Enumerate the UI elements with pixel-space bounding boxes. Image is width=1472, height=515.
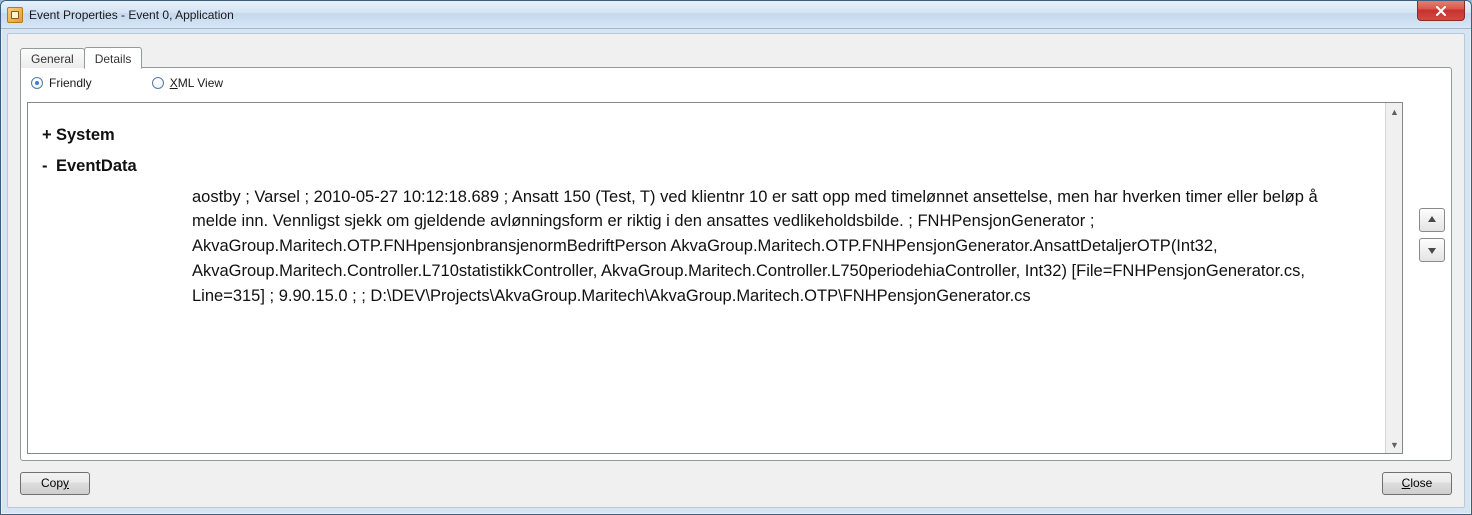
event-content-area: +System -EventData aostby ; Varsel ; 201… <box>27 102 1403 454</box>
tree-node-system[interactable]: +System <box>42 123 1392 148</box>
next-record-button[interactable] <box>1419 238 1445 262</box>
radio-dot-icon <box>31 77 43 89</box>
record-nav-buttons <box>1419 208 1445 262</box>
tab-panel-details: Friendly XML View +System -EventData aos… <box>20 67 1452 461</box>
window-buttons <box>1417 1 1471 21</box>
radio-friendly[interactable]: Friendly <box>31 76 92 90</box>
radio-friendly-label: Friendly <box>49 76 92 90</box>
scroll-down-icon[interactable]: ▼ <box>1386 436 1403 453</box>
radio-dot-icon <box>152 77 164 89</box>
system-label: System <box>56 126 115 144</box>
eventdata-body: aostby ; Varsel ; 2010-05-27 10:12:18.68… <box>192 185 1342 309</box>
view-mode-radios: Friendly XML View <box>31 76 223 90</box>
arrow-down-icon <box>1426 244 1438 256</box>
radio-xml-view[interactable]: XML View <box>152 76 223 90</box>
arrow-up-icon <box>1426 214 1438 226</box>
expand-icon[interactable]: + <box>42 123 56 148</box>
close-window-button[interactable] <box>1417 1 1465 21</box>
window-frame: Event Properties - Event 0, Application … <box>0 0 1472 515</box>
tab-details[interactable]: Details <box>84 47 143 69</box>
copy-button[interactable]: Copy <box>20 472 90 495</box>
dialog-button-bar: Copy Close <box>20 469 1452 497</box>
prev-record-button[interactable] <box>1419 208 1445 232</box>
tab-general[interactable]: General <box>20 48 85 68</box>
vertical-scrollbar[interactable]: ▲ ▼ <box>1385 103 1402 453</box>
eventdata-label: EventData <box>56 157 137 175</box>
scroll-up-icon[interactable]: ▲ <box>1386 103 1403 120</box>
tab-strip: General Details <box>20 46 141 68</box>
titlebar[interactable]: Event Properties - Event 0, Application <box>1 1 1471 29</box>
radio-xml-label: XML View <box>170 76 223 90</box>
event-document: +System -EventData aostby ; Varsel ; 201… <box>28 103 1402 318</box>
collapse-icon[interactable]: - <box>42 154 56 179</box>
app-icon <box>7 7 23 23</box>
close-icon <box>1435 6 1447 16</box>
close-button[interactable]: Close <box>1382 472 1452 495</box>
client-area: General Details Friendly XML View +Syste… <box>7 33 1465 508</box>
window-title: Event Properties - Event 0, Application <box>29 8 234 22</box>
tree-node-eventdata[interactable]: -EventData <box>42 154 1392 179</box>
